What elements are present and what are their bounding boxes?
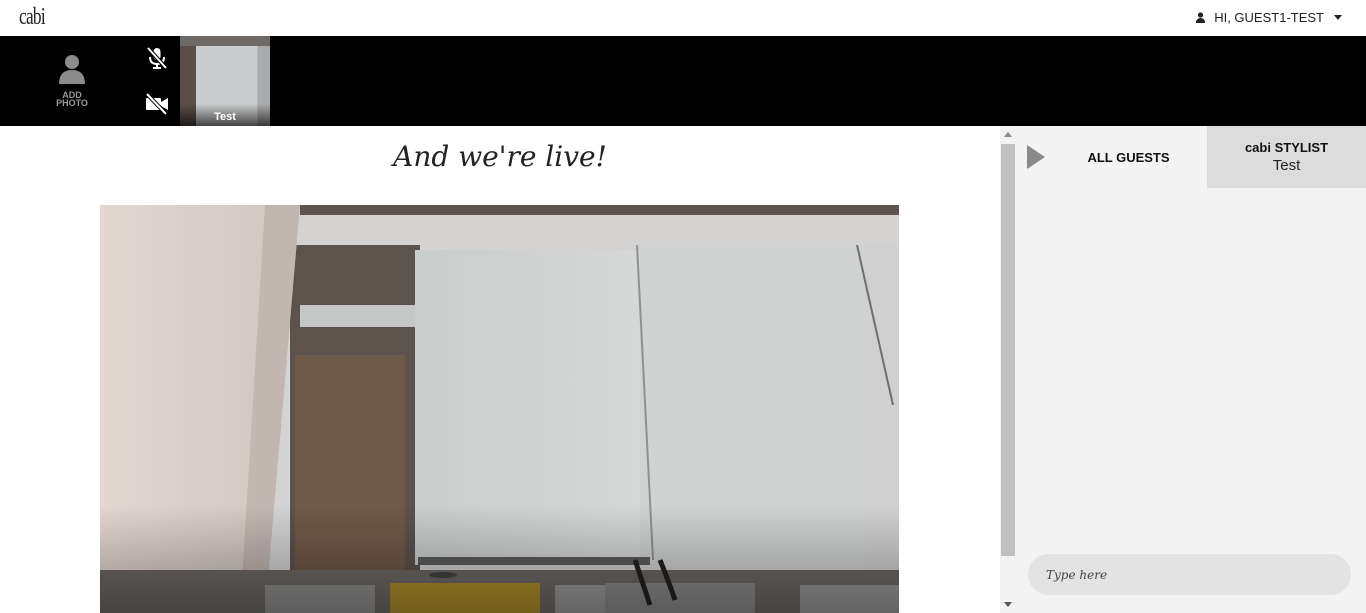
tab-all-guests[interactable]: ALL GUESTS	[1050, 126, 1207, 188]
live-video	[100, 205, 899, 613]
user-greeting: HI, GUEST1-TEST	[1214, 10, 1324, 25]
chat-message-input[interactable]	[1028, 554, 1351, 595]
live-heading: And we're live!	[393, 140, 607, 173]
camera-off-button[interactable]	[144, 91, 170, 117]
tab-cabi-stylist[interactable]: cabi STYLIST Test	[1207, 126, 1366, 188]
chevron-down-icon	[1334, 15, 1342, 20]
scrollbar-thumb[interactable]	[1001, 144, 1015, 556]
microphone-off-icon	[146, 46, 168, 70]
participant-strip: ADD PHOTO Test	[0, 36, 1366, 126]
video-frame	[100, 205, 899, 613]
top-header: cabi HI, GUEST1-TEST	[0, 0, 1366, 36]
stylist-tab-title: cabi STYLIST	[1244, 140, 1329, 155]
mute-microphone-button[interactable]	[144, 45, 170, 71]
add-photo-button[interactable]: ADD PHOTO	[52, 54, 92, 108]
scroll-up-icon[interactable]	[1004, 132, 1012, 137]
participant-name: Test	[214, 111, 236, 123]
person-silhouette-icon	[59, 55, 85, 84]
user-icon	[1196, 12, 1206, 23]
play-triangle-icon[interactable]	[1027, 145, 1045, 169]
stylist-tab-name: Test	[1272, 157, 1301, 174]
thumbnail-video-frame	[180, 36, 270, 46]
video-camera-off-icon	[145, 92, 168, 116]
chat-scrollbar[interactable]	[1000, 126, 1016, 613]
participant-thumbnail[interactable]: Test	[180, 36, 270, 126]
cabi-logo[interactable]: cabi	[19, 4, 46, 31]
chat-panel: ALL GUESTS cabi STYLIST Test	[1000, 126, 1366, 613]
scroll-down-icon[interactable]	[1004, 602, 1012, 607]
add-photo-label: ADD PHOTO	[56, 90, 88, 108]
user-menu[interactable]: HI, GUEST1-TEST	[1195, 10, 1342, 25]
